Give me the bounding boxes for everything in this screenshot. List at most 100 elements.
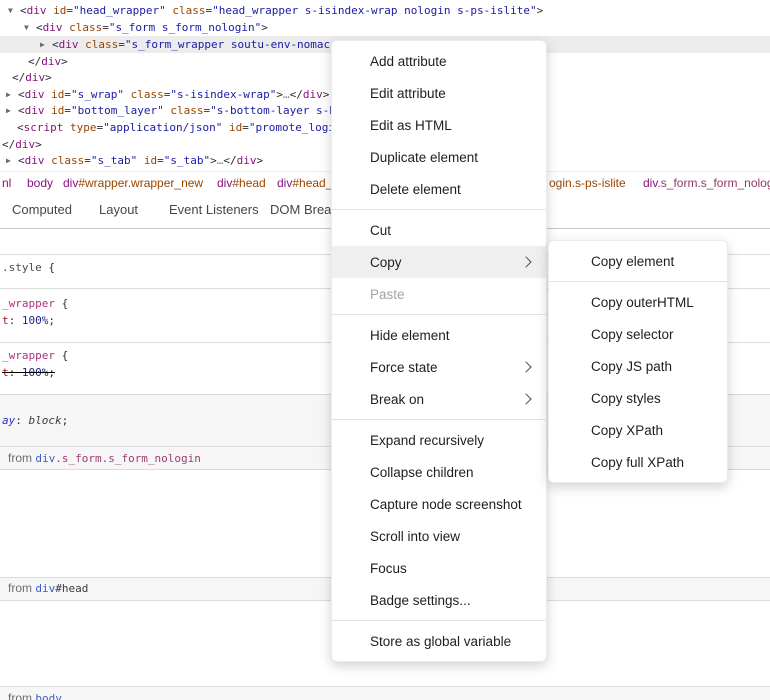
context-menu-item-collapse-children[interactable]: Collapse children <box>332 456 546 488</box>
menu-item-label: Paste <box>370 287 405 302</box>
breadcrumb-crumb[interactable]: div#wrapper.wrapper_new <box>63 176 203 190</box>
styles-section-band <box>0 687 770 700</box>
menu-item-label: Capture node screenshot <box>370 497 522 512</box>
text-segment: div <box>59 38 79 51</box>
collapse-arrow-icon[interactable]: ▼ <box>24 19 29 36</box>
text-segment: div <box>217 176 232 190</box>
copy-submenu-item-copy-element[interactable]: Copy element <box>549 245 727 277</box>
expand-arrow-icon[interactable]: ▶ <box>40 36 45 53</box>
text-segment: id <box>222 121 242 134</box>
copy-submenu-item-copy-xpath[interactable]: Copy XPath <box>549 414 727 446</box>
css-rule-text[interactable]: .style { <box>2 259 55 276</box>
menu-item-label: Copy element <box>591 254 674 269</box>
menu-item-label: Collapse children <box>370 465 474 480</box>
text-segment: > <box>35 138 42 151</box>
dom-node-markup[interactable]: <div class="s_form s_form_nologin"> <box>36 19 268 36</box>
expand-arrow-icon[interactable]: ▶ <box>6 152 11 169</box>
context-menu-item-delete-element[interactable]: Delete element <box>332 173 546 205</box>
breadcrumb-crumb[interactable]: div#head <box>217 176 266 190</box>
breadcrumb-crumb[interactable]: body <box>27 176 53 190</box>
expand-arrow-icon[interactable]: ▶ <box>6 86 11 103</box>
dom-node-markup[interactable]: </div> <box>28 53 68 70</box>
dom-row[interactable]: ▼ <div class="s_form s_form_nologin"> <box>0 19 770 36</box>
text-segment: < <box>36 21 43 34</box>
menu-item-label: Copy styles <box>591 391 661 406</box>
breadcrumb-crumb[interactable]: ogin.s-ps-islite <box>549 176 626 190</box>
css-rule-text[interactable]: _wrapper { <box>2 295 68 312</box>
dom-node-markup[interactable]: <div id="head_wrapper" class="head_wrapp… <box>20 2 543 19</box>
context-menu-item-capture-node-screenshot[interactable]: Capture node screenshot <box>332 488 546 520</box>
context-menu-item-hide-element[interactable]: Hide element <box>332 319 546 351</box>
text-segment: div <box>35 452 55 465</box>
text-segment: div <box>15 138 35 151</box>
css-rule-text[interactable]: from div.s_form.s_form_nologin <box>8 450 201 467</box>
text-segment: "s_tab" <box>164 154 210 167</box>
css-rule-text[interactable]: from body <box>8 690 62 700</box>
text-segment: ; <box>62 414 69 427</box>
text-segment: … <box>283 88 290 101</box>
context-menu-item-store-as-global-variable[interactable]: Store as global variable <box>332 625 546 657</box>
context-menu-item-focus[interactable]: Focus <box>332 552 546 584</box>
context-menu-item-break-on[interactable]: Break on <box>332 383 546 415</box>
menu-item-label: Badge settings... <box>370 593 471 608</box>
text-segment: > <box>323 88 330 101</box>
text-segment: from <box>8 581 35 595</box>
copy-submenu-item-copy-js-path[interactable]: Copy JS path <box>549 350 727 382</box>
context-menu-item-expand-recursively[interactable]: Expand recursively <box>332 424 546 456</box>
css-rule-text[interactable]: _wrapper { <box>2 347 68 364</box>
text-segment: id <box>45 88 65 101</box>
context-menu-item-scroll-into-view[interactable]: Scroll into view <box>332 520 546 552</box>
text-segment: id <box>137 154 157 167</box>
dom-node-markup[interactable]: </div> <box>2 136 42 153</box>
copy-submenu-item-copy-outerhtml[interactable]: Copy outerHTML <box>549 286 727 318</box>
context-menu: Add attributeEdit attributeEdit as HTMLD… <box>331 40 547 662</box>
text-segment: ay <box>2 414 15 427</box>
text-segment: div <box>25 71 45 84</box>
css-rule-text[interactable]: t: 100%; <box>2 312 55 329</box>
text-segment: #wrapper.wrapper_new <box>78 176 203 190</box>
context-menu-item-force-state[interactable]: Force state <box>332 351 546 383</box>
text-segment: > <box>45 71 52 84</box>
menu-item-label: Force state <box>370 360 438 375</box>
context-menu-item-copy[interactable]: Copy <box>332 246 546 278</box>
text-segment: < <box>52 38 59 51</box>
breadcrumb-crumb[interactable]: nl <box>2 176 11 190</box>
text-segment: nl <box>2 176 11 190</box>
text-segment: </ <box>223 154 236 167</box>
tab-event-listeners[interactable]: Event Listeners <box>169 202 259 217</box>
breadcrumb-crumb[interactable]: div.s_form.s_form_nologin <box>643 176 770 190</box>
css-rule-text[interactable]: t: 100%; <box>2 364 55 381</box>
text-segment: : <box>9 314 22 327</box>
copy-submenu-item-copy-full-xpath[interactable]: Copy full XPath <box>549 446 727 478</box>
context-menu-item-duplicate-element[interactable]: Duplicate element <box>332 141 546 173</box>
tab-computed[interactable]: Computed <box>12 202 72 217</box>
dom-row[interactable]: ▼ <div id="head_wrapper" class="head_wrap… <box>0 2 770 19</box>
text-segment: div <box>43 21 63 34</box>
text-segment: "s-isindex-wrap" <box>170 88 276 101</box>
menu-item-label: Focus <box>370 561 407 576</box>
submenu-chevron-icon <box>520 361 531 372</box>
context-menu-item-cut[interactable]: Cut <box>332 214 546 246</box>
context-menu-item-add-attribute[interactable]: Add attribute <box>332 45 546 77</box>
menu-item-label: Scroll into view <box>370 529 460 544</box>
text-segment: </ <box>28 55 41 68</box>
dom-node-markup[interactable]: <div id="s_wrap" class="s-isindex-wrap">… <box>18 86 329 103</box>
context-menu-item-badge-settings[interactable]: Badge settings... <box>332 584 546 616</box>
context-menu-item-edit-attribute[interactable]: Edit attribute <box>332 77 546 109</box>
context-menu-item-edit-as-html[interactable]: Edit as HTML <box>332 109 546 141</box>
copy-submenu-item-copy-styles[interactable]: Copy styles <box>549 382 727 414</box>
css-rule-text[interactable]: from div#head <box>8 580 88 597</box>
text-segment: : <box>9 366 22 379</box>
section-divider <box>0 686 770 687</box>
text-segment: #head <box>55 582 88 595</box>
text-segment: > <box>276 88 283 101</box>
css-rule-text[interactable]: ay: block; <box>2 412 68 429</box>
text-segment: < <box>18 154 25 167</box>
collapse-arrow-icon[interactable]: ▼ <box>8 2 13 19</box>
dom-node-markup[interactable]: </div> <box>12 69 52 86</box>
copy-submenu-item-copy-selector[interactable]: Copy selector <box>549 318 727 350</box>
dom-node-markup[interactable]: <div class="s_tab" id="s_tab">…</div> <box>18 152 263 169</box>
expand-arrow-icon[interactable]: ▶ <box>6 102 11 119</box>
text-segment: div <box>277 176 292 190</box>
tab-layout[interactable]: Layout <box>99 202 138 217</box>
